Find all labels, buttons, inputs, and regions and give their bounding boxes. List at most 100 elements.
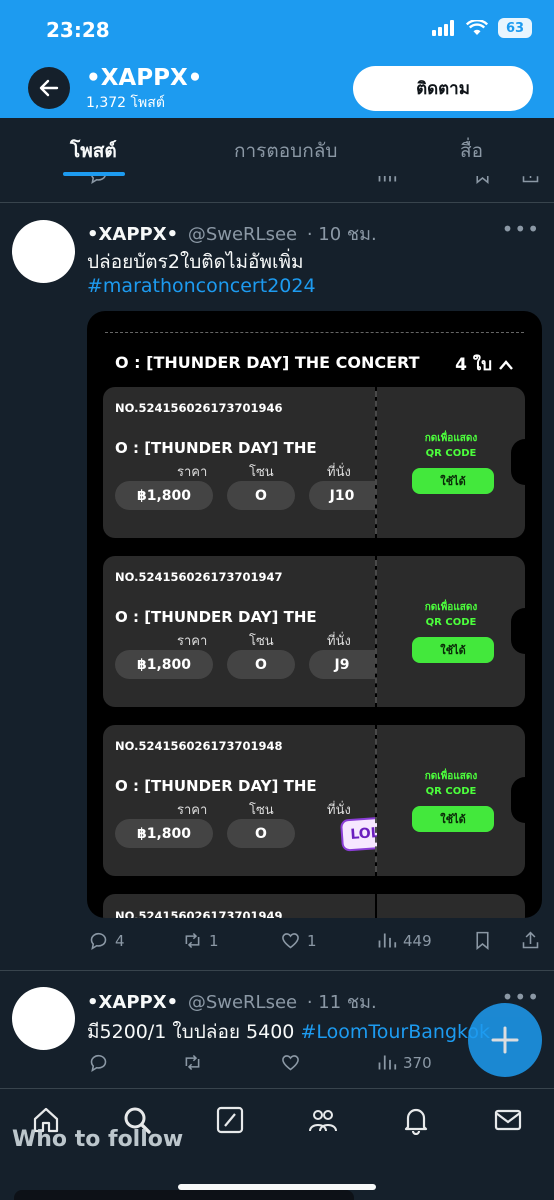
author-handle[interactable]: @SweRLsee (188, 224, 297, 245)
tweet-header: •XAPPX• @SweRLsee · 11 ชม. (87, 987, 377, 1016)
hashtag-link[interactable]: #marathonconcert2024 (87, 275, 316, 297)
profile-header: 23:28 63 •XAPPX• 1,372 โพสต์ ติดตาม (0, 0, 554, 118)
plus-icon (491, 1026, 519, 1054)
tab-posts[interactable]: โพสต์ (70, 136, 117, 166)
zone-value: O (227, 650, 295, 679)
price-value: ฿1,800 (115, 481, 213, 510)
ticket-count-label: 4 ใบ (455, 355, 492, 375)
reply-button[interactable]: 4 (88, 930, 125, 951)
divider (0, 970, 554, 971)
views-button[interactable]: 449 (376, 930, 432, 951)
compose-button[interactable] (468, 1003, 542, 1077)
show-qr-text: กดเพื่อแสดง QR CODE (424, 433, 478, 459)
tab-media[interactable]: สื่อ (460, 136, 483, 166)
ticket-title: O : [THUNDER DAY] THE (115, 439, 317, 457)
price-label: ราคา (177, 465, 208, 480)
reply-icon (90, 1054, 107, 1072)
divider (105, 332, 524, 333)
like-button[interactable]: 1 (280, 930, 317, 951)
views-button[interactable]: 370 (376, 1052, 432, 1073)
ticket-title: O : [THUNDER DAY] THE (115, 777, 317, 795)
price-label: ราคา (177, 803, 208, 818)
ticket-number: NO.524156026173701946 (115, 401, 283, 415)
seat-value: J9 (309, 650, 375, 679)
views-icon (378, 933, 397, 948)
share-button[interactable] (520, 930, 541, 951)
retweet-button[interactable] (182, 1052, 203, 1073)
avatar[interactable] (12, 987, 75, 1050)
like-button[interactable] (280, 1052, 301, 1073)
ticket-number: NO.524156026173701947 (115, 570, 283, 584)
tweet-text: มี5200/1 ใบปล่อย 5400 #LoomTourBangkok (87, 1021, 490, 1043)
show-qr-text: กดเพื่อแสดง QR CODE (424, 771, 478, 797)
seat-label: ที่นั่ง (327, 465, 351, 480)
notifications-icon[interactable] (401, 1105, 431, 1135)
reply-icon (91, 176, 106, 184)
view-count: 449 (403, 931, 432, 950)
tweet-time: · 11 ชม. (306, 992, 377, 1013)
post-count: 1,372 โพสต์ (86, 95, 165, 111)
share-icon (522, 931, 539, 949)
profile-tabs: โพสต์ การตอบกลับ สื่อ (0, 118, 554, 176)
tab-replies[interactable]: การตอบกลับ (234, 136, 337, 166)
reply-count: 4 (115, 931, 125, 950)
status-icons: 63 (432, 18, 532, 38)
divider (0, 202, 554, 203)
zone-value: O (227, 819, 295, 848)
price-value: ฿1,800 (115, 650, 213, 679)
avatar[interactable] (12, 220, 75, 283)
heart-icon (282, 933, 299, 949)
tweet-media-image[interactable]: O : [THUNDER DAY] THE CONCERT 4 ใบ NO.52… (87, 311, 542, 918)
retweet-button[interactable]: 1 (182, 930, 219, 951)
author-handle[interactable]: @SweRLsee (188, 992, 297, 1013)
bookmark-button[interactable] (472, 930, 493, 951)
ticket-number: NO.524156026173701948 (115, 739, 283, 753)
concert-title: O : [THUNDER DAY] THE CONCERT (115, 353, 420, 372)
ticket-card: NO.524156026173701948 O : [THUNDER DAY] … (103, 725, 539, 876)
previous-post-actions (0, 176, 554, 188)
hashtag-link[interactable]: #LoomTourBangkok (300, 1021, 490, 1043)
back-button[interactable] (28, 67, 70, 109)
tweet-time: · 10 ชม. (306, 224, 377, 245)
use-ticket-button: ใช้ได้ (412, 637, 494, 663)
tweet-text: ปล่อยบัตร2ใบติดไม่อัพเพิ่ม (87, 251, 304, 273)
tweet-header: •XAPPX• @SweRLsee · 10 ชม. (87, 219, 377, 248)
seat-value: J10 (309, 481, 375, 510)
retweet-count: 1 (209, 931, 219, 950)
communities-icon[interactable] (308, 1105, 338, 1135)
price-label: ราคา (177, 634, 208, 649)
price-value: ฿1,800 (115, 819, 213, 848)
author-name[interactable]: •XAPPX• (87, 224, 178, 245)
bookmark-icon (476, 931, 489, 951)
use-ticket-button: ใช้ได้ (412, 468, 494, 494)
ticket-card: NO.524156026173701947 O : [THUNDER DAY] … (103, 556, 539, 707)
view-count: 370 (403, 1053, 432, 1072)
grok-icon[interactable] (215, 1105, 245, 1135)
heart-icon (282, 1055, 299, 1071)
like-count: 1 (307, 931, 317, 950)
home-indicator[interactable] (178, 1184, 376, 1190)
reply-icon (90, 932, 107, 950)
zone-value: O (227, 481, 295, 510)
zone-label: โซน (249, 634, 274, 649)
ticket-count: 4 ใบ (455, 351, 514, 378)
reply-button[interactable] (88, 1052, 109, 1073)
retweet-icon (185, 1054, 200, 1071)
chevron-up-icon (499, 359, 513, 370)
arrow-left-icon (39, 79, 59, 97)
use-ticket-button: ใช้ได้ (412, 806, 494, 832)
seat-label: ที่นั่ง (327, 634, 351, 649)
views-icon (378, 176, 397, 182)
ticket-card: NO.524156026173701949 (103, 894, 525, 918)
author-name[interactable]: •XAPPX• (87, 992, 178, 1013)
messages-icon[interactable] (493, 1105, 523, 1135)
show-qr-text: กดเพื่อแสดง QR CODE (424, 602, 478, 628)
follow-button[interactable]: ติดตาม (353, 66, 533, 111)
wifi-icon (466, 20, 488, 35)
battery-icon: 63 (498, 18, 532, 38)
ticket-card: NO.524156026173701946 O : [THUNDER DAY] … (103, 387, 539, 538)
more-options-icon[interactable]: ••• (502, 217, 540, 241)
seat-label: ที่นั่ง (327, 803, 351, 818)
tweet-actions: 4 1 1 449 (0, 930, 554, 960)
retweet-icon (185, 932, 200, 949)
